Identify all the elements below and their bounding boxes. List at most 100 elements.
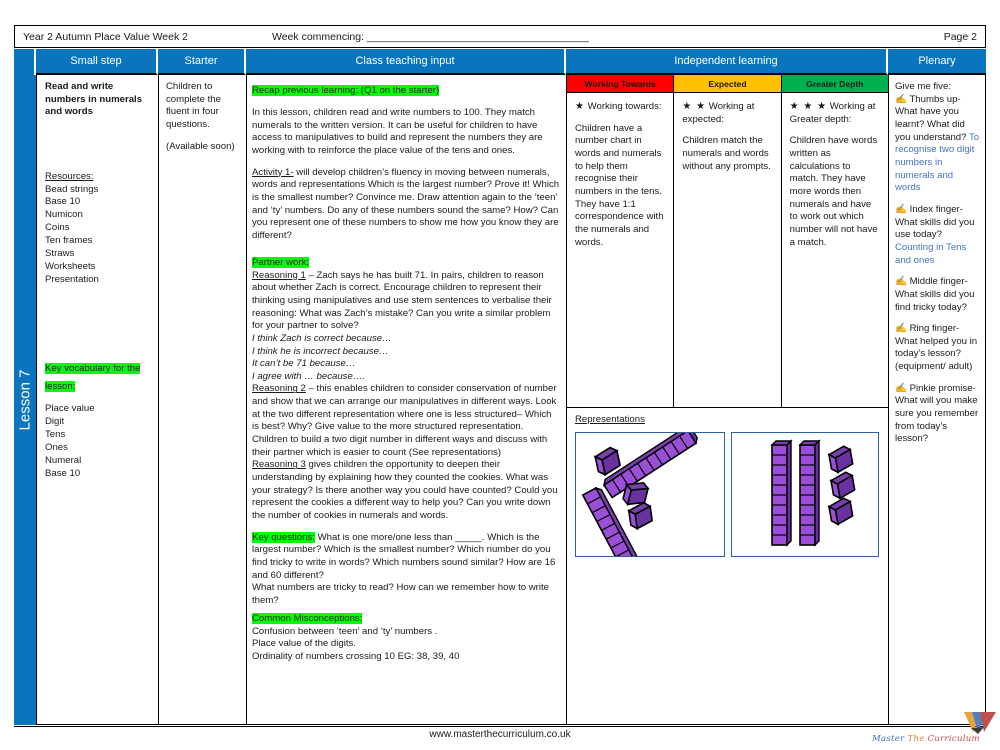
band-heading-greater-depth: ★ ★ ★ Working at Greater depth: — [790, 100, 881, 126]
footer-url[interactable]: www.masterthecurriculum.co.uk — [0, 729, 1000, 740]
brand-logo: Master The Curriculum — [872, 712, 996, 750]
band-text-working-towards: Children have a number chart in words an… — [575, 122, 664, 248]
list-item: Numeral — [45, 454, 82, 466]
plenary-item-index-finger: ✍ Index finger- What skills did you use … — [895, 204, 980, 267]
small-step-objective: Read and write numbers in numerals and w… — [45, 81, 143, 118]
brand-word-curriculum: Curriculum — [927, 734, 980, 744]
list-item: Place value of the digits. — [252, 638, 356, 650]
band-header-working-towards: Working Towards — [567, 75, 675, 93]
list-item: Straws — [45, 247, 75, 259]
plenary-prompt: Middle finger- What skills did you find … — [895, 276, 975, 313]
class-teaching-input-cell: Recap previous learning: (Q1 on the star… — [246, 75, 566, 725]
band-body-greater-depth: ★ ★ ★ Working at Greater depth: Children… — [781, 93, 888, 408]
reasoning-2-label: Reasoning 2 — [252, 383, 306, 395]
list-item: Coins — [45, 222, 70, 234]
starter-cell: Children to complete the fluent in four … — [158, 75, 246, 725]
plenary-item-thumbs-up: ✍ Thumbs up- What have you learnt? What … — [895, 94, 980, 195]
attainment-band-header-row: Working Towards Expected Greater Depth — [567, 75, 888, 93]
star-icon: ★ — [575, 101, 585, 112]
small-step-cell: Read and write numbers in numerals and w… — [36, 75, 158, 725]
list-item: Base 10 — [45, 196, 81, 208]
reasoning-3-label: Reasoning 3 — [252, 459, 306, 471]
band-heading-expected: ★ ★ Working at expected: — [682, 100, 773, 126]
partner-work-heading: Partner work: — [252, 256, 310, 268]
starter-availability: (Available soon) — [166, 140, 235, 152]
reasoning-1-paragraph: Reasoning 1 – Zach says he has built 71.… — [252, 270, 560, 333]
list-item: Ordinality of numbers crossing 10 EG: 38… — [252, 650, 460, 662]
document-title-bar: Year 2 Autumn Place Value Week 2 Week co… — [14, 25, 986, 48]
spine-header-spacer — [14, 49, 36, 75]
brand-word-master: Master — [872, 734, 905, 744]
lesson-spine: Lesson 7 — [14, 75, 36, 725]
list-item: Bead strings — [45, 183, 99, 195]
column-header-row: Small step Starter Class teaching input … — [14, 49, 986, 75]
plenary-cell: Give me five: ✍ Thumbs up- What have you… — [888, 75, 986, 725]
resources-list: Bead strings Base 10 Numicon Coins Ten f… — [45, 184, 152, 287]
reasoning-2-paragraph: Reasoning 2 – this enables children to c… — [252, 383, 560, 459]
list-item: Digit — [45, 416, 65, 428]
list-item: I agree with … because…. — [252, 370, 366, 382]
band-body-expected: ★ ★ Working at expected: Children match … — [674, 93, 782, 408]
footer-divider — [14, 726, 986, 727]
brand-logo-text: Master The Curriculum — [872, 734, 980, 744]
band-header-greater-depth: Greater Depth — [781, 75, 888, 93]
representations-section: Representations — [567, 408, 888, 586]
hand-icon: ✍ — [895, 203, 907, 215]
list-item: Base 10 — [45, 467, 81, 479]
lesson-intro-text: In this lesson, children read and write … — [252, 107, 543, 156]
key-vocabulary-heading: Key vocabulary for the lesson: — [45, 363, 141, 393]
band-header-expected: Expected — [674, 75, 782, 93]
list-item: Place value — [45, 403, 95, 415]
activity-1-label: Activity 1- — [252, 166, 294, 178]
band-text-expected: Children match the numerals and words wi… — [682, 135, 771, 172]
key-questions-text-2: What numbers are tricky to read? How can… — [252, 582, 549, 606]
hand-icon: ✍ — [895, 276, 907, 288]
list-item: Ten frames — [45, 235, 93, 246]
hand-icon: ✍ — [895, 382, 907, 394]
base-ten-unstructured-icon — [581, 423, 698, 586]
plenary-prompt: Ring finger- What helped you in today’s … — [895, 323, 978, 373]
page-title: Year 2 Autumn Place Value Week 2 — [23, 30, 188, 43]
list-item: I think he is incorrect because… — [252, 345, 389, 357]
star-icon: ★ ★ — [682, 101, 707, 112]
list-item: It can’t be 71 because… — [252, 358, 356, 370]
brand-word-the: The — [907, 734, 925, 744]
lesson-number-label: Lesson 7 — [16, 369, 34, 431]
column-header-class-teaching-input: Class teaching input — [246, 49, 566, 75]
week-commencing-field[interactable]: Week commencing: _______________________… — [272, 31, 589, 43]
plenary-prompt: Pinkie promise- What will you make sure … — [895, 382, 979, 445]
reasoning-2-text: – this enables children to consider cons… — [252, 383, 557, 458]
plenary-item-middle-finger: ✍ Middle finger- What skills did you fin… — [895, 276, 980, 314]
pencil-icon — [964, 712, 996, 734]
recap-heading: Recap previous learning: (Q1 on the star… — [252, 85, 440, 96]
list-item: Confusion between ‘teen’ and ‘ty’ number… — [252, 625, 438, 637]
key-questions-heading: Key questions: — [252, 531, 315, 543]
plenary-answer: Counting in Tens and ones — [895, 241, 967, 266]
list-item: Tens — [45, 429, 66, 441]
hand-icon: ✍ — [895, 93, 907, 105]
representation-structured — [731, 432, 879, 557]
lesson-plan-page: Year 2 Autumn Place Value Week 2 Week co… — [0, 0, 1000, 750]
column-header-plenary: Plenary — [888, 49, 986, 75]
column-header-starter: Starter — [158, 49, 246, 75]
starter-text: Children to complete the fluent in four … — [166, 81, 221, 130]
band-body-working-towards: ★ Working towards: Children have a numbe… — [567, 93, 675, 408]
activity-1-text: will develop children’s fluency in movin… — [252, 166, 560, 241]
base-ten-structured-icon — [771, 440, 857, 546]
lesson-plan-body: Lesson 7 Read and write numbers in numer… — [14, 75, 986, 725]
attainment-band-body-row: ★ Working towards: Children have a numbe… — [567, 93, 888, 408]
page-number: Page 2 — [943, 30, 977, 43]
column-header-independent-learning: Independent learning — [566, 49, 888, 75]
stem-sentence-list: I think Zach is correct because… I think… — [252, 333, 560, 384]
plenary-item-ring-finger: ✍ Ring finger- What helped you in today’… — [895, 323, 980, 374]
vocabulary-list: Place value Digit Tens Ones Numeral Base… — [45, 403, 152, 480]
reasoning-3-paragraph: Reasoning 3 gives children the opportuni… — [252, 459, 560, 522]
misconceptions-list: Confusion between ‘teen’ and ‘ty’ number… — [252, 626, 560, 664]
star-icon: ★ ★ ★ — [789, 101, 828, 112]
band-heading-working-towards: ★ Working towards: — [575, 100, 666, 114]
representations-row — [575, 423, 880, 586]
plenary-item-pinkie-promise: ✍ Pinkie promise- What will you make sur… — [895, 383, 980, 446]
column-header-small-step: Small step — [36, 49, 158, 75]
activity-1-paragraph: Activity 1- will develop children’s flue… — [252, 167, 560, 243]
reasoning-1-label: Reasoning 1 — [252, 269, 306, 281]
